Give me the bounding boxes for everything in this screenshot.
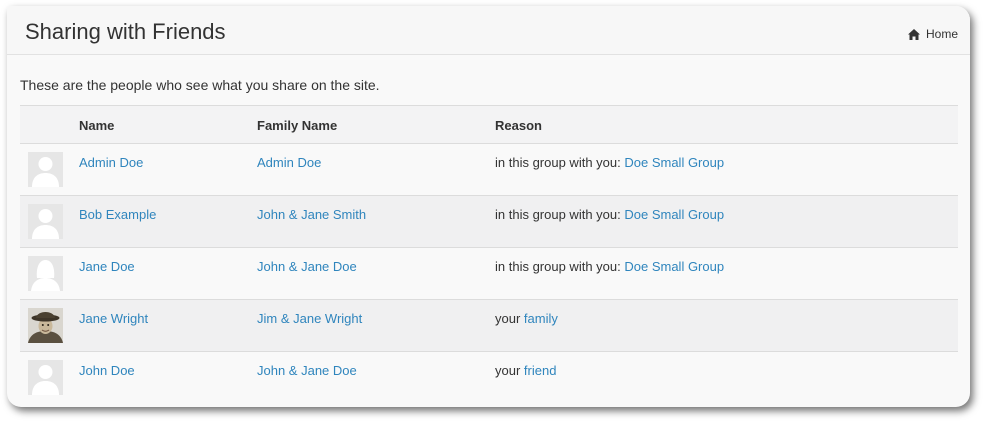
table-header-row: Name Family Name Reason: [20, 105, 958, 144]
reason-cell: your family: [495, 311, 558, 326]
friend-name-link[interactable]: John Doe: [79, 363, 135, 378]
avatar[interactable]: [28, 152, 63, 187]
friend-name-link[interactable]: Bob Example: [79, 207, 156, 222]
reason-link[interactable]: family: [524, 311, 558, 326]
reason-cell: in this group with you: Doe Small Group: [495, 155, 724, 170]
breadcrumb-home-link[interactable]: Home: [926, 27, 958, 41]
reason-link[interactable]: Doe Small Group: [624, 155, 724, 170]
avatar[interactable]: [28, 256, 63, 291]
table-row: Jane Doe John & Jane Doe in this group w…: [20, 248, 958, 300]
friend-name-link[interactable]: Admin Doe: [79, 155, 143, 170]
avatar[interactable]: [28, 360, 63, 395]
reason-cell: in this group with you: Doe Small Group: [495, 259, 724, 274]
panel-header: Sharing with Friends Home: [7, 6, 970, 55]
reason-link[interactable]: Doe Small Group: [624, 207, 724, 222]
column-header-family-name: Family Name: [257, 118, 338, 133]
reason-link[interactable]: Doe Small Group: [624, 259, 724, 274]
reason-prefix: in this group with you:: [495, 207, 625, 222]
person-photo-icon: [28, 308, 63, 343]
family-name-link[interactable]: John & Jane Smith: [257, 207, 366, 222]
intro-text: These are the people who see what you sh…: [20, 77, 380, 93]
table-row: Bob Example John & Jane Smith in this gr…: [20, 196, 958, 248]
friend-name-link[interactable]: Jane Doe: [79, 259, 135, 274]
column-header-reason: Reason: [495, 118, 542, 133]
female-silhouette-icon: [28, 256, 63, 291]
family-name-link[interactable]: John & Jane Doe: [257, 363, 357, 378]
reason-cell: your friend: [495, 363, 556, 378]
reason-prefix: in this group with you:: [495, 259, 625, 274]
male-silhouette-icon: [28, 360, 63, 395]
avatar[interactable]: [28, 308, 63, 343]
friends-table: Name Family Name Reason Admin Doe Admin …: [20, 105, 958, 403]
male-silhouette-icon: [28, 204, 63, 239]
reason-prefix: your: [495, 311, 524, 326]
home-icon: [907, 28, 920, 40]
table-row: Admin Doe Admin Doe in this group with y…: [20, 144, 958, 196]
family-name-link[interactable]: John & Jane Doe: [257, 259, 357, 274]
column-header-name: Name: [79, 118, 115, 133]
reason-cell: in this group with you: Doe Small Group: [495, 207, 724, 222]
breadcrumb: Home: [907, 27, 958, 41]
table-row: Jane Wright Jim & Jane Wright your famil…: [20, 300, 958, 352]
reason-prefix: in this group with you:: [495, 155, 625, 170]
avatar[interactable]: [28, 204, 63, 239]
family-name-link[interactable]: Jim & Jane Wright: [257, 311, 362, 326]
friend-name-link[interactable]: Jane Wright: [79, 311, 148, 326]
main-panel: Sharing with Friends Home These are the …: [7, 6, 970, 407]
page-title: Sharing with Friends: [25, 19, 226, 44]
reason-prefix: your: [495, 363, 524, 378]
reason-link[interactable]: friend: [524, 363, 557, 378]
family-name-link[interactable]: Admin Doe: [257, 155, 321, 170]
male-silhouette-icon: [28, 152, 63, 187]
table-row: John Doe John & Jane Doe your friend: [20, 352, 958, 403]
